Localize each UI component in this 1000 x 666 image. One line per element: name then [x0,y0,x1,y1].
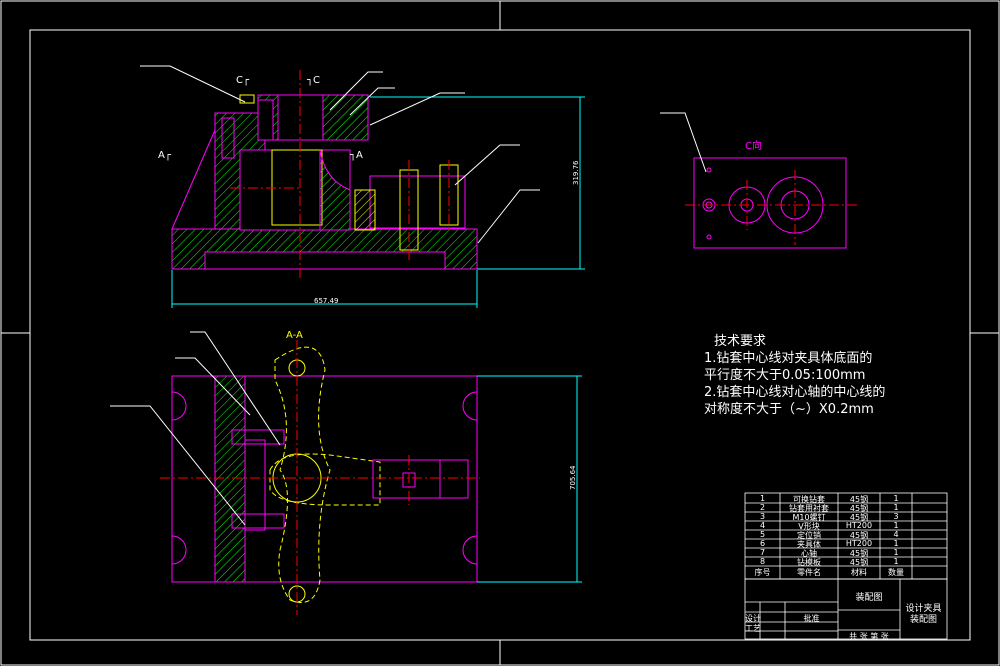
row-7-qty: 1 [893,548,899,557]
row-4-qty: 1 [893,521,899,530]
tech-req-line-1: 1.钻套中心线对夹具体底面的 [704,351,873,366]
sheet-row: 共 张 第 张 [849,632,889,641]
header-qty: 数量 [888,568,904,577]
title-line-2: 装配图 [909,615,937,625]
label-process: 工艺 [745,624,761,633]
row-1-no: 1 [759,494,766,503]
row-2-qty: 1 [893,503,899,512]
section-view-label: A-A [286,330,303,341]
tech-req-title: 技术要求 [714,334,767,349]
section-view [110,331,582,615]
row-5-no: 5 [759,530,766,539]
row-3-qty: 3 [893,512,899,521]
row-3-no: 3 [759,512,766,521]
section-mark-a-right: ┐A [350,150,363,161]
row-4-material: HT200 [845,521,873,530]
c-view-label: C向 [745,141,762,152]
dim-height-bottom: 705.64 [569,465,577,491]
row-8-qty: 1 [893,557,899,566]
row-6-material: HT200 [845,539,873,548]
label-approve: 批准 [803,614,820,623]
row-5-qty: 4 [893,530,899,539]
tech-req-line-2: 平行度不大于0.05:100mm [704,368,866,383]
row-2-no: 2 [759,503,766,512]
dim-height-top: 319.76 [572,160,580,186]
row-7-no: 7 [759,548,766,557]
front-view [140,65,585,308]
header-no: 序号 [754,568,771,577]
header-name: 零件名 [797,568,821,577]
tech-req-line-4: 对称度不大于（~）X0.2mm [704,402,874,417]
row-6-no: 6 [759,539,766,548]
c-view [660,112,860,249]
section-mark-c-left: C┌ [236,75,250,86]
drawing-name: 装配图 [855,593,883,603]
row-6-qty: 1 [893,539,899,548]
dim-width-top: 657.49 [314,297,339,305]
row-1-qty: 1 [893,494,899,503]
section-mark-a-left: A┌ [158,150,171,161]
row-4-no: 4 [759,521,766,530]
row-8-no: 8 [759,557,766,566]
section-mark-c-right: ┐C [307,75,321,86]
header-material: 材料 [851,568,867,577]
tech-req-line-3: 2.钻套中心线对心轴的中心线的 [704,385,886,400]
